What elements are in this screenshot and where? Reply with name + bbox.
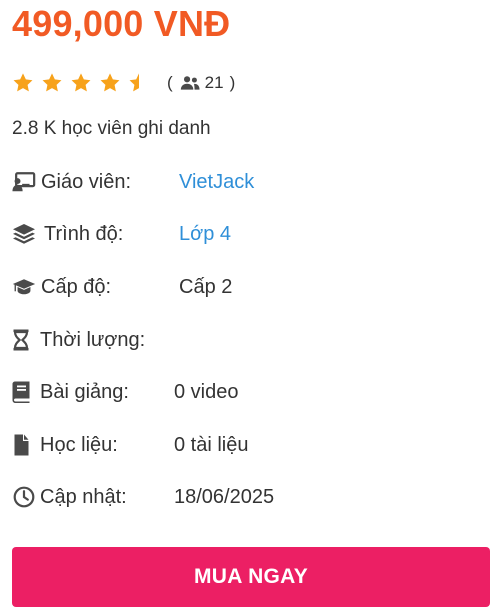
star-icon [71,73,91,92]
half-star-icon [129,73,139,92]
detail-label-teacher: Giáo viên: [41,170,132,193]
clock-icon [12,485,36,509]
hourglass-icon [12,328,30,352]
detail-row-level: Trình độ: Lớp 4 [12,219,492,249]
detail-label-duration: Thời lượng: [40,328,146,351]
star-rating [12,72,157,94]
rating-paren-close: ) [229,73,236,92]
detail-label-grade: Cấp độ: [41,275,112,298]
detail-row-duration: Thời lượng: [12,325,492,355]
lessons-value: 0 video [174,380,239,403]
course-price: 499,000 VNĐ [12,3,231,44]
star-icon [13,73,33,92]
materials-value: 0 tài liệu [174,433,249,456]
detail-row-materials: Học liệu: 0 tài liệu [12,430,492,460]
star-icon [42,73,62,92]
detail-row-teacher: Giáo viên: VietJack [12,167,492,197]
detail-label-lessons: Bài giảng: [40,380,129,403]
teacher-board-icon [12,170,36,194]
rating-count-value: 21 [204,73,224,92]
book-icon [12,380,30,404]
layers-icon [12,222,36,246]
graduation-cap-icon [12,275,36,299]
level-link[interactable]: Lớp 4 [179,223,231,246]
detail-label-level: Trình độ: [44,222,124,245]
detail-row-lessons: Bài giảng: 0 video [12,377,492,407]
star-icon [100,73,120,92]
grade-value: Cấp 2 [179,275,233,298]
enrolled-count: 2.8 K học viên ghi danh [12,118,211,139]
rating-count: ( 21 ) [161,73,241,93]
detail-label-updated: Cập nhật: [40,485,127,508]
detail-label-materials: Học liệu: [40,433,118,456]
detail-row-updated: Cập nhật: 18/06/2025 [12,482,492,512]
file-icon [12,433,30,457]
rating-paren-open: ( [167,73,173,92]
users-icon [180,76,200,90]
updated-value: 18/06/2025 [174,485,275,508]
rating-row: ( 21 ) [12,70,241,96]
teacher-link[interactable]: VietJack [179,171,254,194]
detail-row-grade: Cấp độ: Cấp 2 [12,272,492,302]
buy-now-button[interactable]: MUA NGAY [12,547,490,607]
